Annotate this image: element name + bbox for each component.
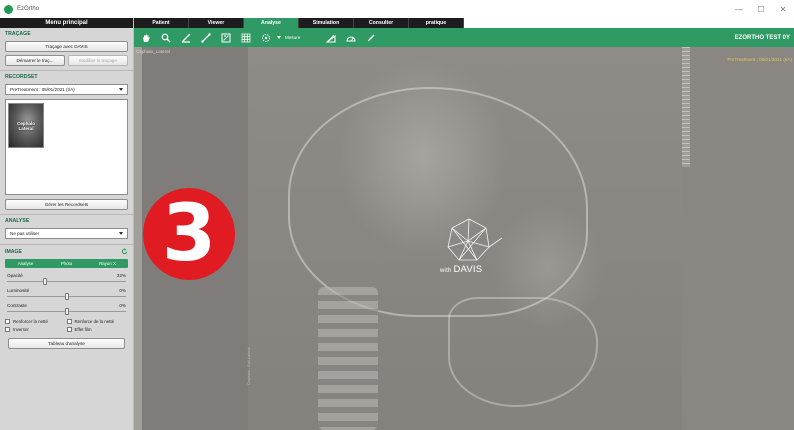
- pen-icon[interactable]: [362, 29, 379, 46]
- section-analyse-title: ANALYSE: [0, 214, 133, 226]
- patient-name: EZORTHO TEST 0Y: [734, 34, 790, 41]
- davis-logo-icon: [447, 218, 503, 261]
- segment-analyse[interactable]: Analyse: [5, 259, 46, 268]
- cephalo-thumbnail[interactable]: Cephalo Lateral: [8, 103, 44, 148]
- slider-knob[interactable]: [64, 308, 69, 315]
- slider-knob[interactable]: [43, 278, 48, 285]
- davis-watermark: with DAVIS: [440, 264, 482, 275]
- section-image-label: IMAGE: [5, 248, 23, 255]
- invert-label: Inverser: [13, 327, 29, 332]
- brightness-slider[interactable]: [7, 293, 126, 300]
- modify-tracing-button[interactable]: Modifier le traçage: [68, 55, 128, 66]
- pretreatment-label: PreTreatment : 05/01/2021 (I/A): [727, 57, 792, 62]
- jaw-outline: [448, 297, 598, 407]
- zoom-icon[interactable]: [157, 29, 174, 46]
- sidebar: Menu principal TRAÇAGE Traçage avec DAVI…: [0, 18, 134, 430]
- section-image-title: IMAGE: [0, 244, 133, 257]
- recordset-select[interactable]: PreTreatment : 05/01/2021 (I/A): [5, 84, 128, 95]
- side-caption: Cephalo - Full Lateral: [246, 347, 251, 386]
- tab-consulter[interactable]: Consulter: [354, 18, 409, 28]
- sharpen-label: Renforcer la netté: [13, 319, 48, 324]
- chevron-down-icon: [119, 88, 123, 91]
- viewer-left-edge: [134, 47, 142, 430]
- contrast-slider[interactable]: [7, 308, 126, 315]
- checkbox-box[interactable]: [66, 319, 72, 324]
- slider-knob[interactable]: [64, 293, 69, 300]
- main-tabs: Patient Viewer Analyse Simulation Consul…: [134, 18, 794, 28]
- recordset-thumbnail-list: Cephalo Lateral: [5, 99, 128, 195]
- measure-dropdown-label: Mesure: [285, 35, 301, 40]
- section-recordset-label: RECORDSET: [5, 74, 38, 80]
- checkbox-box[interactable]: [5, 327, 10, 332]
- sidebar-header: Menu principal: [0, 18, 133, 28]
- tab-pratique[interactable]: pratique: [409, 18, 464, 28]
- analysis-toolbar: Mesure EZORTHO TEST 0Y: [134, 28, 794, 47]
- image-options: Renforcer la netté Renforce de la netté …: [0, 315, 133, 332]
- app-window: EzOrtho — ☐ ✕ Menu principal TRAÇAGE Tra…: [0, 0, 794, 430]
- caret-down-icon: [277, 36, 281, 39]
- tab-simulation[interactable]: Simulation: [299, 18, 354, 28]
- calibrate-icon[interactable]: [217, 29, 234, 46]
- start-tracing-button[interactable]: Démarrer le traç...: [5, 55, 65, 66]
- window-controls: — ☐ ✕: [728, 0, 794, 18]
- section-recordset-title: RECORDSET: [0, 70, 133, 82]
- analyse-select-value: Ne pas utiliser: [10, 231, 40, 236]
- invert-checkbox[interactable]: Inverser: [5, 327, 67, 332]
- film-effect-checkbox[interactable]: Effet film: [66, 327, 129, 332]
- section-tracage-title: TRAÇAGE: [0, 28, 133, 39]
- window-title: EzOrtho: [17, 6, 40, 12]
- recordset-select-value: PreTreatment : 05/01/2021 (I/A): [10, 87, 75, 92]
- sharpen-more-label: Renforce de la netté: [74, 319, 115, 324]
- segment-photo[interactable]: Photo: [46, 259, 87, 268]
- magnet-icon[interactable]: [257, 29, 274, 46]
- minimize-button[interactable]: —: [728, 0, 750, 18]
- angle-icon[interactable]: [177, 29, 194, 46]
- manage-recordsets-button[interactable]: Gérer les Recordsets: [5, 199, 128, 210]
- tab-patient[interactable]: Patient: [134, 18, 189, 28]
- checkbox-box[interactable]: [66, 327, 72, 332]
- watermark-davis: DAVIS: [453, 264, 483, 275]
- hand-icon[interactable]: [137, 29, 154, 46]
- close-button[interactable]: ✕: [772, 0, 794, 18]
- watermark-with: with: [440, 268, 452, 274]
- maximize-button[interactable]: ☐: [750, 0, 772, 18]
- measure-icon[interactable]: [197, 29, 214, 46]
- section-tracage-label: TRAÇAGE: [5, 31, 31, 37]
- spine-shape: [318, 287, 378, 430]
- image-label: Cephalo_Lateral: [136, 49, 170, 54]
- grid-icon[interactable]: [237, 29, 254, 46]
- thumbnail-label: Cephalo Lateral: [16, 120, 36, 131]
- measure-dropdown[interactable]: Mesure: [277, 35, 300, 40]
- segment-xray[interactable]: Rayon X: [87, 259, 128, 268]
- tab-viewer[interactable]: Viewer: [189, 18, 244, 28]
- calibration-ruler: [682, 47, 690, 167]
- opacity-slider[interactable]: [7, 278, 126, 285]
- analysis-table-button[interactable]: Tableau d'analyse: [8, 338, 125, 349]
- protractor-icon[interactable]: [342, 29, 359, 46]
- refresh-icon[interactable]: [121, 248, 128, 255]
- tracing-actions: Démarrer le traç... Modifier le traçage: [5, 55, 128, 66]
- image-mode-segment: Analyse Photo Rayon X: [5, 259, 128, 268]
- checkbox-box[interactable]: [5, 319, 10, 324]
- sharpen-checkbox[interactable]: Renforcer la netté: [5, 319, 67, 324]
- ruler-angle-icon[interactable]: [322, 29, 339, 46]
- chevron-down-icon: [119, 232, 123, 235]
- film-effect-label: Effet film: [74, 327, 92, 332]
- sharpen-more-checkbox[interactable]: Renforce de la netté: [66, 319, 129, 324]
- slider-track: [7, 281, 126, 282]
- tab-analyse[interactable]: Analyse: [244, 18, 299, 28]
- face-profile-area: [682, 47, 794, 430]
- section-analyse-label: ANALYSE: [5, 218, 30, 224]
- davis-tracing-button[interactable]: Traçage avec DAVIS: [5, 41, 128, 52]
- analyse-select[interactable]: Ne pas utiliser: [5, 228, 128, 239]
- title-bar: EzOrtho — ☐ ✕: [0, 0, 794, 18]
- app-logo-icon: [4, 4, 13, 14]
- step-number-badge: 3: [143, 188, 235, 280]
